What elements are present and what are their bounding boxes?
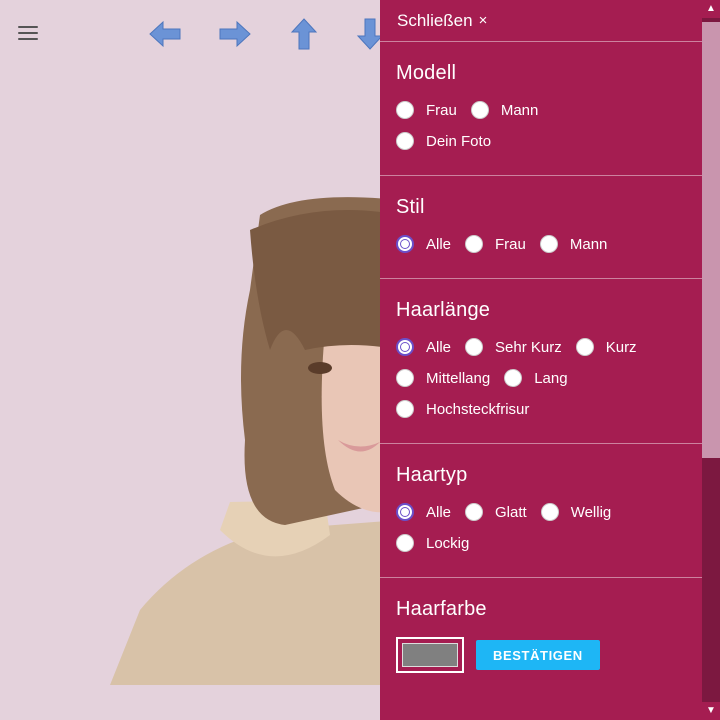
radio-haarlaenge-hochsteckfrisur[interactable]: Hochsteckfrisur (396, 400, 529, 418)
radio-circle[interactable] (540, 503, 559, 521)
radio-label: Lang (534, 369, 568, 387)
radio-stil-alle[interactable]: Alle (396, 235, 451, 253)
arrow-up-icon[interactable] (286, 16, 322, 52)
radio-label: Dein Foto (426, 132, 492, 150)
section-haartyp: Haartyp Alle Glatt Wellig Lockig (380, 444, 702, 578)
radio-haartyp-glatt[interactable]: Glatt (465, 503, 527, 521)
section-title-stil: Stil (396, 196, 425, 218)
arrow-right-icon[interactable] (217, 16, 253, 52)
radio-circle[interactable] (539, 235, 558, 253)
radio-label: Mittellang (426, 369, 491, 387)
radio-haarlaenge-kurz[interactable]: Kurz (575, 338, 637, 356)
radio-circle[interactable] (396, 101, 414, 119)
section-modell: Modell Frau Mann Dein Foto (380, 42, 702, 176)
radio-circle-selected[interactable] (396, 503, 414, 521)
radio-circle[interactable] (465, 235, 484, 253)
section-haarlaenge: Haarlänge Alle Sehr Kurz Kurz Mittellang… (380, 279, 702, 444)
radio-circle[interactable] (396, 369, 414, 387)
radio-label: Alle (426, 235, 452, 253)
radio-haartyp-alle[interactable]: Alle (396, 503, 451, 521)
radio-haarlaenge-lang[interactable]: Lang (504, 369, 568, 387)
radio-label: Mann (500, 101, 539, 119)
radio-circle[interactable] (465, 503, 484, 521)
radio-haarlaenge-sehr-kurz[interactable]: Sehr Kurz (465, 338, 562, 356)
radio-modell-dein-foto[interactable]: Dein Foto (396, 132, 491, 150)
section-title-haarfarbe: Haarfarbe (396, 598, 487, 620)
panel-scrollbar[interactable]: ▲ ▼ (702, 0, 720, 720)
radio-label: Lockig (426, 534, 470, 552)
radio-stil-mann[interactable]: Mann (539, 235, 608, 253)
radio-label: Frau (495, 235, 526, 253)
radio-circle[interactable] (396, 400, 414, 418)
radio-stil-frau[interactable]: Frau (465, 235, 526, 253)
radio-circle[interactable] (575, 338, 594, 356)
section-title-modell: Modell (396, 62, 457, 84)
radio-label: Glatt (495, 503, 527, 521)
radio-circle-selected[interactable] (396, 235, 414, 253)
radio-haarlaenge-alle[interactable]: Alle (396, 338, 451, 356)
section-stil: Stil Alle Frau Mann (380, 176, 702, 279)
radio-modell-frau[interactable]: Frau (396, 101, 457, 119)
radio-haarlaenge-mittellang[interactable]: Mittellang (396, 369, 490, 387)
radio-label: Frau (426, 101, 457, 119)
radio-label: Mann (569, 235, 608, 253)
hair-color-swatch[interactable] (396, 637, 464, 673)
radio-label: Wellig (570, 503, 612, 521)
radio-label: Kurz (605, 338, 637, 356)
radio-label: Alle (426, 503, 452, 521)
scroll-thumb[interactable] (702, 22, 720, 458)
arrow-left-icon[interactable] (147, 16, 183, 52)
model-photo (110, 190, 400, 685)
close-panel-button[interactable]: Schließen × (380, 0, 702, 42)
confirm-button[interactable]: BESTÄTIGEN (476, 640, 600, 670)
scroll-up-icon[interactable]: ▲ (702, 0, 720, 18)
section-title-haartyp: Haartyp (396, 464, 468, 486)
radio-modell-mann[interactable]: Mann (470, 101, 539, 119)
radio-circle[interactable] (396, 132, 414, 150)
hamburger-menu-icon[interactable] (18, 26, 38, 42)
radio-haartyp-lockig[interactable]: Lockig (396, 534, 469, 552)
radio-circle[interactable] (396, 534, 414, 552)
radio-circle[interactable] (504, 369, 523, 387)
section-haarfarbe: Haarfarbe BESTÄTIGEN (380, 578, 702, 685)
radio-circle-selected[interactable] (396, 338, 414, 356)
close-icon: × (478, 12, 488, 29)
radio-label: Alle (426, 338, 452, 356)
scroll-down-icon[interactable]: ▼ (702, 702, 720, 720)
filter-panel: Schließen × Modell Frau Mann Dein Foto S… (380, 0, 702, 720)
radio-circle[interactable] (470, 101, 489, 119)
radio-label: Hochsteckfrisur (426, 400, 530, 418)
radio-label: Sehr Kurz (495, 338, 562, 356)
radio-haartyp-wellig[interactable]: Wellig (540, 503, 612, 521)
hair-color-swatch-fill (402, 643, 458, 667)
radio-circle[interactable] (465, 338, 484, 356)
close-label: Schließen (397, 10, 473, 30)
section-title-haarlaenge: Haarlänge (396, 299, 491, 321)
